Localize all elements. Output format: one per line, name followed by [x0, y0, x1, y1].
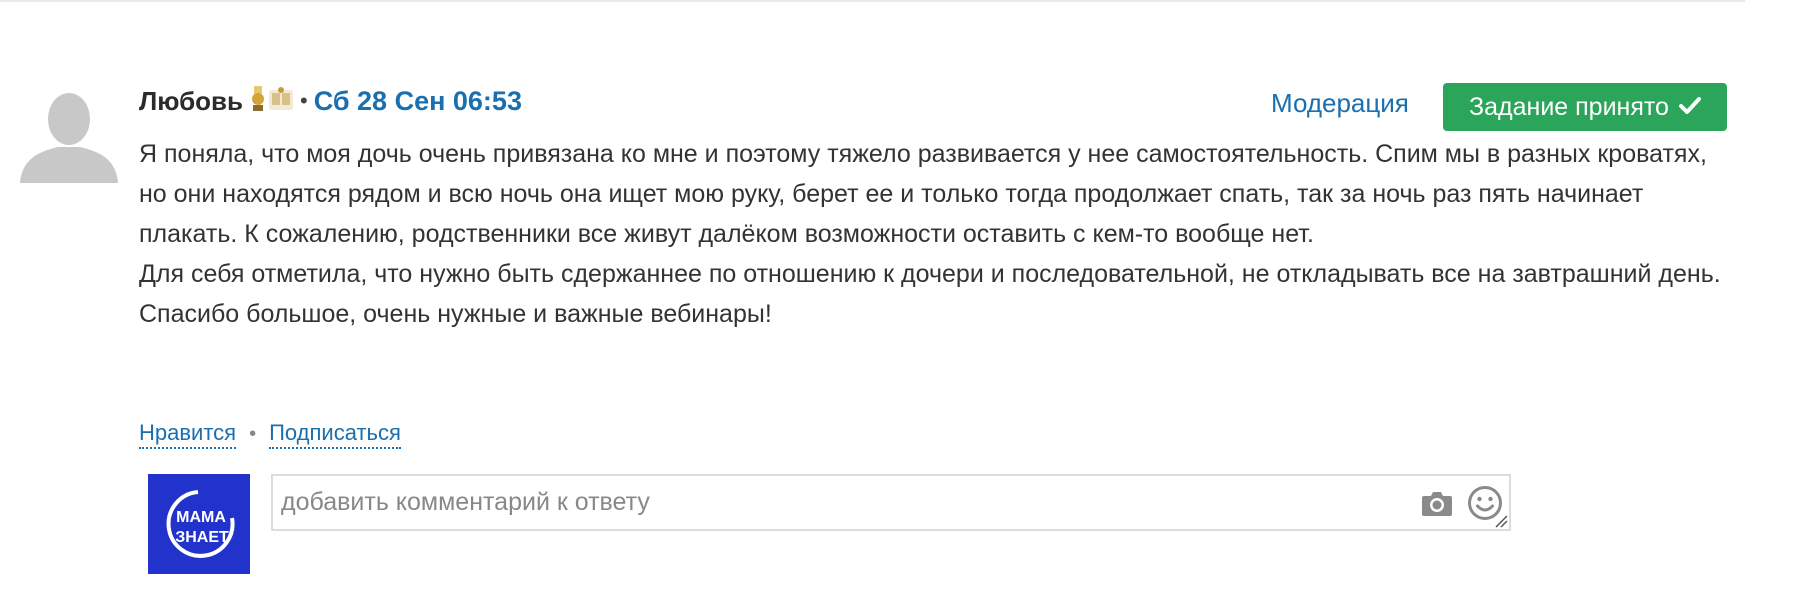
subscribe-link[interactable]: Подписаться — [269, 420, 401, 449]
medal-badge-icon — [251, 85, 265, 117]
accepted-label: Задание принято — [1469, 92, 1669, 121]
post-actions: Нравится • Подписаться — [139, 420, 401, 449]
top-divider — [0, 0, 1745, 2]
actions-separator: • — [249, 423, 257, 445]
comment-box — [271, 474, 1511, 531]
task-accepted-button[interactable]: Задание принято — [1443, 83, 1727, 131]
comment-input[interactable] — [281, 476, 1421, 529]
check-icon — [1678, 93, 1701, 122]
moderation-link[interactable]: Модерация — [1271, 88, 1409, 119]
post-body: Я поняла, что моя дочь очень привязана к… — [139, 134, 1739, 334]
like-link[interactable]: Нравится — [139, 420, 237, 449]
post-date-link[interactable]: Сб 28 Сен 06:53 — [314, 86, 522, 117]
post-header: Любовь • Сб 28 Сен 06:53 — [139, 84, 522, 118]
separator-dot: • — [300, 88, 308, 113]
user-avatar-icon[interactable] — [20, 85, 118, 183]
user-badges — [251, 85, 294, 117]
resize-handle-icon[interactable] — [1494, 514, 1508, 528]
post-paragraph: Для себя отметила, что нужно быть сдержа… — [139, 260, 1721, 328]
book-badge-icon — [268, 86, 294, 116]
logo-text-line2: ЗНАЕТ — [175, 529, 229, 546]
logo-text-line1: МАМА — [176, 509, 226, 526]
post-paragraph: Я поняла, что моя дочь очень привязана к… — [139, 140, 1707, 248]
current-user-avatar: МАМА ЗНАЕТ — [148, 474, 250, 574]
camera-icon[interactable] — [1421, 489, 1453, 517]
author-name[interactable]: Любовь — [139, 86, 243, 117]
